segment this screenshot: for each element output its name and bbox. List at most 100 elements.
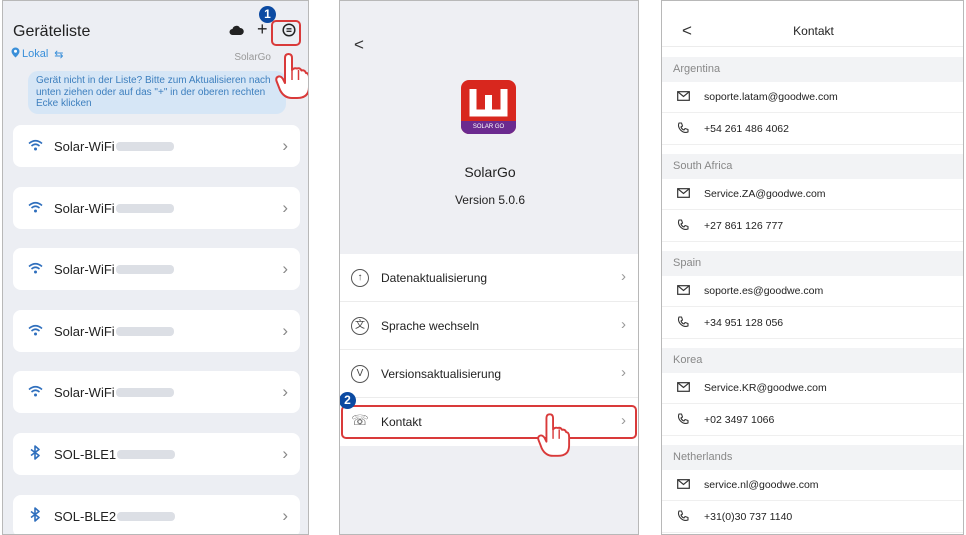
country-header: Argentina (662, 57, 963, 82)
device-item[interactable]: Solar-WiFi › (13, 248, 300, 290)
email-row[interactable]: soporte.latam@goodwe.com (662, 82, 963, 113)
phone-number: +31(0)30 737 1140 (704, 511, 793, 523)
chevron-right-icon: › (621, 316, 626, 333)
phone-row[interactable]: +02 3497 1066 (662, 405, 963, 436)
mail-icon (675, 90, 691, 104)
chevron-right-icon: › (282, 259, 288, 278)
device-name: Solar-WiFi (54, 138, 115, 154)
country-header: Korea (662, 348, 963, 373)
country-header: South Africa (662, 154, 963, 179)
device-name: SOL-BLE1 (54, 446, 117, 462)
app-logo: SOLAR GO (461, 80, 516, 134)
phone-icon (675, 412, 691, 428)
chevron-right-icon: › (282, 382, 288, 401)
country-header: Spain (662, 251, 963, 276)
switch-icon: ⇆ (54, 48, 64, 61)
about-screen: < SOLAR GO SolarGo Version 5.0.6 ↑ Datena… (339, 0, 639, 535)
menu-item[interactable]: V Versionsaktualisierung › (340, 350, 638, 398)
device-item[interactable]: SOL-BLE1 › (13, 433, 300, 475)
location-pin-icon (11, 47, 20, 61)
page-title: Kontakt (793, 24, 834, 38)
app-version: Version 5.0.6 (454, 193, 526, 207)
device-item[interactable]: Solar-WiFi › (13, 371, 300, 413)
email-address: Service.ZA@goodwe.com (704, 188, 826, 200)
mail-icon (675, 187, 691, 201)
device-item[interactable]: Solar-WiFi › (13, 310, 300, 352)
device-list-screen: Geräteliste + Lokal ⇆ SolarGo Gerät nich… (2, 0, 309, 535)
device-item[interactable]: SOL-BLE2 › (13, 495, 300, 534)
menu-item[interactable]: ↑ Datenaktualisierung › (340, 254, 638, 302)
page-title: Geräteliste (13, 23, 91, 40)
country-header: Netherlands (662, 445, 963, 470)
email-address: Service.KR@goodwe.com (704, 382, 827, 394)
device-serial-blurred (117, 511, 176, 521)
phone-icon (675, 509, 691, 525)
phone-number: +54 261 486 4062 (704, 123, 789, 135)
chevron-right-icon: › (282, 136, 288, 155)
phone-number: +34 951 128 056 (704, 317, 784, 329)
chevron-right-icon: › (621, 364, 626, 381)
tap-hand-icon (537, 413, 571, 457)
menu-item-label: Datenaktualisierung (381, 270, 488, 285)
chevron-right-icon: › (621, 268, 626, 285)
email-row[interactable]: Service.KR@goodwe.com (662, 373, 963, 404)
phone-row[interactable]: +54 261 486 4062 (662, 114, 963, 145)
cloud-icon[interactable] (229, 23, 244, 41)
device-item[interactable]: Solar-WiFi › (13, 125, 300, 167)
email-address: soporte.es@goodwe.com (704, 285, 824, 297)
device-name: Solar-WiFi (54, 323, 115, 339)
language-icon: 文 (351, 316, 369, 335)
device-serial-blurred (115, 203, 174, 213)
wifi-icon (25, 384, 45, 400)
wifi-icon (25, 138, 45, 154)
email-row[interactable]: service.nl@goodwe.com (662, 470, 963, 501)
app-name: SolarGo (464, 164, 516, 180)
logo-text: SOLAR GO (461, 121, 516, 134)
phone-icon (675, 315, 691, 331)
device-name: SOL-BLE2 (54, 508, 117, 524)
phone-row[interactable]: +31(0)30 737 1140 (662, 502, 963, 533)
tap-hand-icon (275, 53, 308, 99)
upload-icon: ↑ (351, 268, 369, 287)
step-marker-2: 2 (340, 392, 356, 409)
header: < Kontakt (662, 1, 963, 47)
menu-item-label: Versionsaktualisierung (381, 366, 502, 381)
phone-icon (675, 218, 691, 234)
device-serial-blurred (115, 387, 174, 397)
email-row[interactable]: Service.ZA@goodwe.com (662, 179, 963, 210)
device-item[interactable]: Solar-WiFi › (13, 187, 300, 229)
menu-item[interactable]: 文 Sprache wechseln › (340, 302, 638, 350)
device-serial-blurred (115, 264, 174, 274)
step-marker-1: 1 (259, 6, 276, 23)
device-name: Solar-WiFi (54, 261, 115, 277)
location-label: Lokal (22, 48, 49, 60)
email-address: service.nl@goodwe.com (704, 479, 819, 491)
device-serial-blurred (115, 141, 174, 151)
mail-icon (675, 478, 691, 492)
mail-icon (675, 284, 691, 298)
phone-row[interactable]: +34 951 128 056 (662, 308, 963, 339)
contact-screen: < Kontakt Argentina soporte.latam@goodwe.… (661, 0, 964, 535)
device-serial-blurred (115, 326, 174, 336)
phone-number: +27 861 126 777 (704, 220, 784, 232)
device-serial-blurred (117, 449, 176, 459)
wifi-icon (25, 200, 45, 216)
location-selector[interactable]: Lokal ⇆ (11, 47, 64, 61)
email-address: soporte.latam@goodwe.com (704, 91, 838, 103)
phone-row[interactable]: +27 861 126 777 (662, 211, 963, 242)
bluetooth-icon (25, 445, 45, 463)
menu-item-label: Sprache wechseln (381, 318, 480, 333)
chevron-right-icon: › (282, 506, 288, 525)
email-row[interactable]: soporte.es@goodwe.com (662, 276, 963, 307)
back-icon[interactable]: < (354, 35, 364, 55)
wifi-icon (25, 323, 45, 339)
chevron-right-icon: › (282, 321, 288, 340)
menu-highlight (271, 20, 301, 46)
device-name: Solar-WiFi (54, 200, 115, 216)
phone-number: +02 3497 1066 (704, 414, 775, 426)
bluetooth-icon (25, 507, 45, 525)
device-name: Solar-WiFi (54, 384, 115, 400)
app-label: SolarGo (234, 52, 271, 63)
phone-icon (675, 121, 691, 137)
chevron-right-icon: › (282, 198, 288, 217)
